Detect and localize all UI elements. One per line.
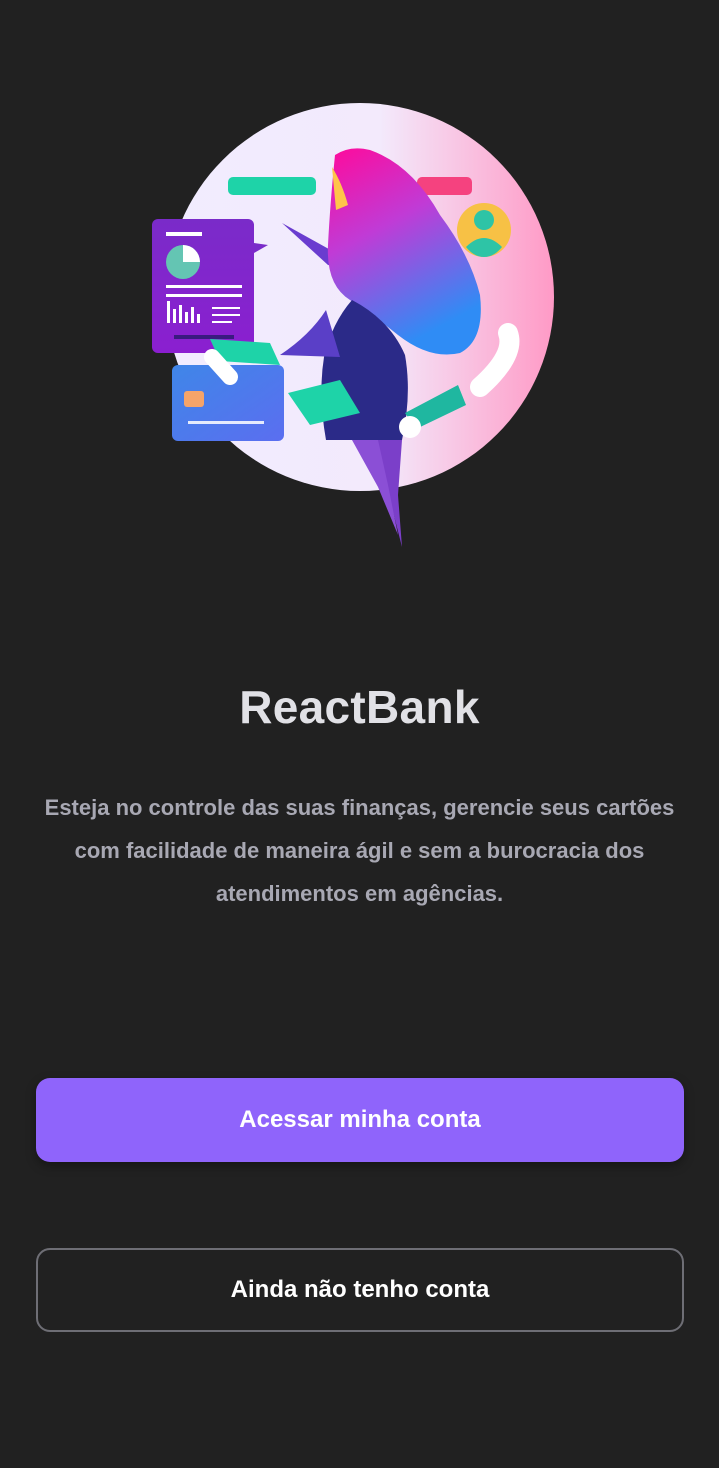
app-description: Esteja no controle das suas finanças, ge… <box>44 795 675 906</box>
app-title: ReactBank <box>239 681 480 733</box>
login-button[interactable]: Acessar minha conta <box>36 1078 684 1162</box>
hero-illustration <box>140 95 570 555</box>
signup-button[interactable]: Ainda não tenho conta <box>36 1248 684 1332</box>
pink-bar <box>417 177 472 195</box>
white-dot <box>399 416 421 438</box>
teal-bar <box>228 177 316 195</box>
user-avatar-icon <box>457 203 511 257</box>
finance-woman-illustration <box>152 103 554 547</box>
report-document-icon <box>152 219 268 353</box>
